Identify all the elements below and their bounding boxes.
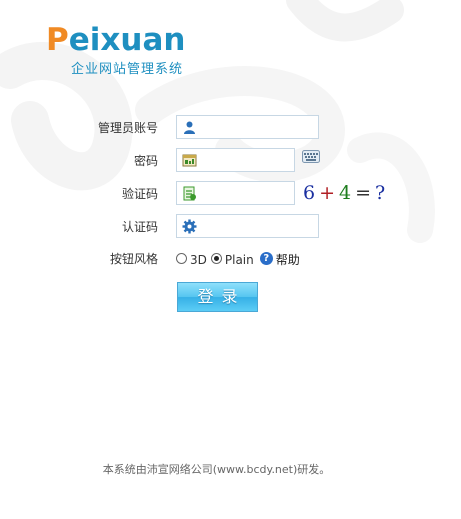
- footer: 本系统由沛宣网络公司(www.bcdy.net)研发。: [0, 461, 461, 477]
- help-link[interactable]: 帮助: [276, 247, 300, 273]
- radio-plain-label[interactable]: Plain: [225, 247, 254, 273]
- gear-icon: [182, 219, 197, 234]
- login-button[interactable]: 登录: [177, 282, 258, 312]
- password-row: 密码: [0, 148, 461, 174]
- auth-code-row: 认证码: [0, 214, 461, 240]
- login-page: Peixuan 企业网站管理系统 管理员账号 密码 验证码 6 + 4 = ? …: [0, 0, 461, 519]
- captcha-operator: +: [319, 182, 336, 204]
- logo-letters-rest: eixuan: [68, 22, 186, 58]
- account-row: 管理员账号: [0, 115, 461, 141]
- captcha-operand-a: 6: [303, 182, 316, 204]
- verify-code-input[interactable]: [201, 184, 290, 202]
- password-field-box: [176, 148, 295, 172]
- radio-3d[interactable]: [176, 253, 187, 264]
- account-label: 管理员账号: [97, 121, 158, 135]
- button-style-row: 按钮风格 3D Plain? 帮助: [0, 246, 461, 272]
- password-icon: [182, 154, 197, 167]
- footer-text: 本系统由沛宣网络公司(www.bcdy.net)研发。: [102, 463, 331, 476]
- verify-code-icon: [183, 186, 196, 201]
- logo: Peixuan 企业网站管理系统: [46, 20, 206, 80]
- verify-code-label: 验证码: [121, 187, 158, 201]
- auth-code-field-box: [176, 214, 319, 238]
- keyboard-icon[interactable]: [302, 150, 320, 163]
- button-style-label: 按钮风格: [109, 252, 158, 266]
- account-input[interactable]: [201, 118, 314, 136]
- logo-letter-p: P: [46, 22, 69, 58]
- radio-3d-label[interactable]: 3D: [190, 247, 207, 273]
- captcha-equals: =: [355, 182, 372, 204]
- captcha-image[interactable]: 6 +4 =?: [303, 181, 385, 205]
- password-input[interactable]: [201, 151, 290, 169]
- logo-wordmark: Peixuan: [46, 20, 185, 60]
- logo-subtitle: 企业网站管理系统: [71, 62, 184, 77]
- auth-code-input[interactable]: [201, 217, 314, 235]
- verify-code-row: 验证码 6 +4 =?: [0, 181, 461, 207]
- user-icon: [184, 121, 195, 134]
- button-style-radio-group: 3D Plain? 帮助: [176, 246, 300, 272]
- radio-plain[interactable]: [210, 253, 222, 264]
- auth-code-label: 认证码: [121, 220, 158, 234]
- verify-code-field-box: [176, 181, 295, 205]
- password-label: 密码: [133, 154, 158, 168]
- account-field-box: [176, 115, 319, 139]
- captcha-operand-b: 4: [339, 182, 352, 204]
- help-icon[interactable]: ?: [259, 252, 273, 265]
- captcha-question: ?: [375, 182, 386, 204]
